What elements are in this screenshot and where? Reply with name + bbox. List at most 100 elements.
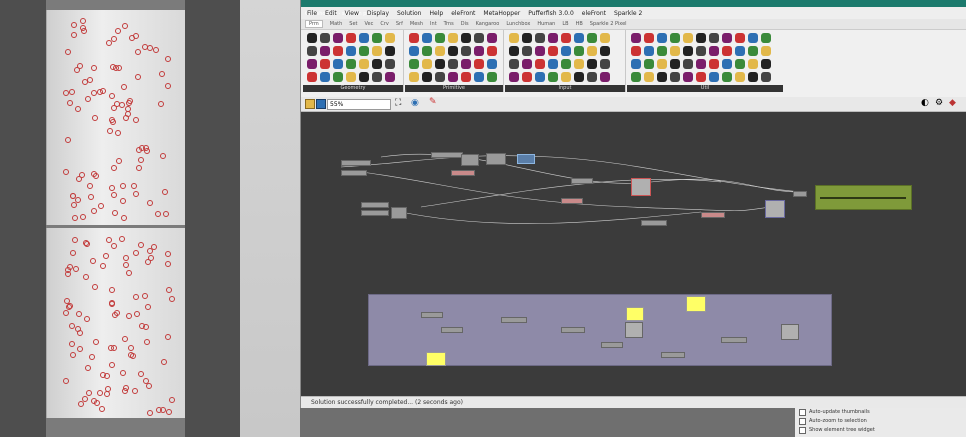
component-node[interactable]: [431, 152, 463, 158]
tab-honeybee[interactable]: HB: [576, 21, 583, 27]
component-icon[interactable]: [385, 59, 395, 69]
component-icon[interactable]: [535, 46, 545, 56]
component-icon[interactable]: [631, 72, 641, 82]
checkbox[interactable]: [799, 409, 806, 416]
component-icon[interactable]: [735, 33, 745, 43]
component-icon[interactable]: [696, 72, 706, 82]
component-icon[interactable]: [644, 46, 654, 56]
component-node[interactable]: [441, 327, 463, 333]
component-icon[interactable]: [320, 59, 330, 69]
component-node[interactable]: [341, 170, 367, 176]
menu-file[interactable]: File: [307, 10, 317, 17]
component-node[interactable]: [641, 220, 667, 226]
component-node[interactable]: [601, 342, 623, 348]
component-icon[interactable]: [359, 46, 369, 56]
component-icon[interactable]: [535, 72, 545, 82]
tab-kangaroo[interactable]: Kangaroo: [476, 21, 500, 27]
component-node[interactable]: [571, 178, 593, 184]
component-icon[interactable]: [709, 59, 719, 69]
component-icon[interactable]: [422, 46, 432, 56]
component-icon[interactable]: [522, 33, 532, 43]
component-icon[interactable]: [735, 72, 745, 82]
tab-lunchbox[interactable]: Lunchbox: [506, 21, 530, 27]
component-icon[interactable]: [474, 46, 484, 56]
component-node[interactable]: [501, 317, 527, 323]
component-icon[interactable]: [333, 33, 343, 43]
component-icon[interactable]: [722, 33, 732, 43]
tab-sets[interactable]: Set: [349, 21, 357, 27]
component-icon[interactable]: [461, 33, 471, 43]
component-icon[interactable]: [600, 59, 610, 69]
component-icon[interactable]: [548, 59, 558, 69]
checkbox[interactable]: [799, 427, 806, 434]
component-icon[interactable]: [461, 46, 471, 56]
component-icon[interactable]: [372, 33, 382, 43]
zoom-field[interactable]: 55%: [327, 99, 391, 110]
component-icon[interactable]: [474, 33, 484, 43]
component-icon[interactable]: [657, 59, 667, 69]
tab-vector[interactable]: Vec: [365, 21, 374, 27]
component-icon[interactable]: [359, 33, 369, 43]
tab-display[interactable]: Dis: [461, 21, 469, 27]
component-icon[interactable]: [409, 59, 419, 69]
component-icon[interactable]: [487, 72, 497, 82]
component-node[interactable]: [661, 352, 685, 358]
component-node[interactable]: [793, 191, 807, 197]
component-icon[interactable]: [600, 33, 610, 43]
zoom-extents-icon[interactable]: ⛶: [395, 99, 401, 108]
tab-transform[interactable]: Trns: [444, 21, 454, 27]
component-node[interactable]: [391, 207, 407, 219]
graph-mapper-node[interactable]: [781, 324, 799, 340]
component-icon[interactable]: [372, 59, 382, 69]
component-icon[interactable]: [487, 59, 497, 69]
component-node[interactable]: [561, 198, 583, 204]
component-icon[interactable]: [683, 33, 693, 43]
component-icon[interactable]: [631, 33, 641, 43]
component-icon[interactable]: [535, 59, 545, 69]
component-icon[interactable]: [735, 59, 745, 69]
component-icon[interactable]: [346, 33, 356, 43]
component-icon[interactable]: [696, 33, 706, 43]
component-icon[interactable]: [359, 59, 369, 69]
component-icon[interactable]: [385, 33, 395, 43]
tab-sparkle-pixel[interactable]: Sparkle 2 Pixel: [590, 21, 627, 27]
component-icon[interactable]: [435, 33, 445, 43]
component-icon[interactable]: [587, 33, 597, 43]
component-node[interactable]: [361, 202, 389, 208]
option-row[interactable]: Show element tree widget: [795, 426, 966, 435]
component-icon[interactable]: [587, 46, 597, 56]
tab-maths[interactable]: Math: [330, 21, 343, 27]
component-icon[interactable]: [683, 46, 693, 56]
component-icon[interactable]: [548, 46, 558, 56]
component-icon[interactable]: [359, 72, 369, 82]
component-icon[interactable]: [761, 59, 771, 69]
menu-metahopper[interactable]: MetaHopper: [483, 10, 520, 17]
component-icon[interactable]: [657, 46, 667, 56]
menu-pufferfish[interactable]: Pufferfish 3.0.0: [528, 10, 574, 17]
component-icon[interactable]: [561, 72, 571, 82]
component-icon[interactable]: [561, 33, 571, 43]
component-icon[interactable]: [307, 33, 317, 43]
component-icon[interactable]: [574, 72, 584, 82]
component-icon[interactable]: [683, 72, 693, 82]
component-icon[interactable]: [307, 72, 317, 82]
component-icon[interactable]: [574, 33, 584, 43]
component-icon[interactable]: [709, 46, 719, 56]
component-icon[interactable]: [522, 46, 532, 56]
component-icon[interactable]: [522, 72, 532, 82]
component-icon[interactable]: [748, 72, 758, 82]
settings-icon[interactable]: ⚙: [935, 99, 943, 108]
component-node[interactable]: [341, 160, 371, 166]
component-icon[interactable]: [709, 72, 719, 82]
component-icon[interactable]: [333, 59, 343, 69]
component-icon[interactable]: [509, 72, 519, 82]
menu-view[interactable]: View: [345, 10, 359, 17]
component-icon[interactable]: [346, 59, 356, 69]
checkbox[interactable]: [799, 418, 806, 425]
tab-intersect[interactable]: Int: [430, 21, 437, 27]
component-icon[interactable]: [535, 33, 545, 43]
component-node[interactable]: [421, 312, 443, 318]
menu-elefront-2[interactable]: eleFront: [582, 10, 606, 17]
save-file-icon[interactable]: [316, 99, 326, 109]
component-icon[interactable]: [644, 33, 654, 43]
